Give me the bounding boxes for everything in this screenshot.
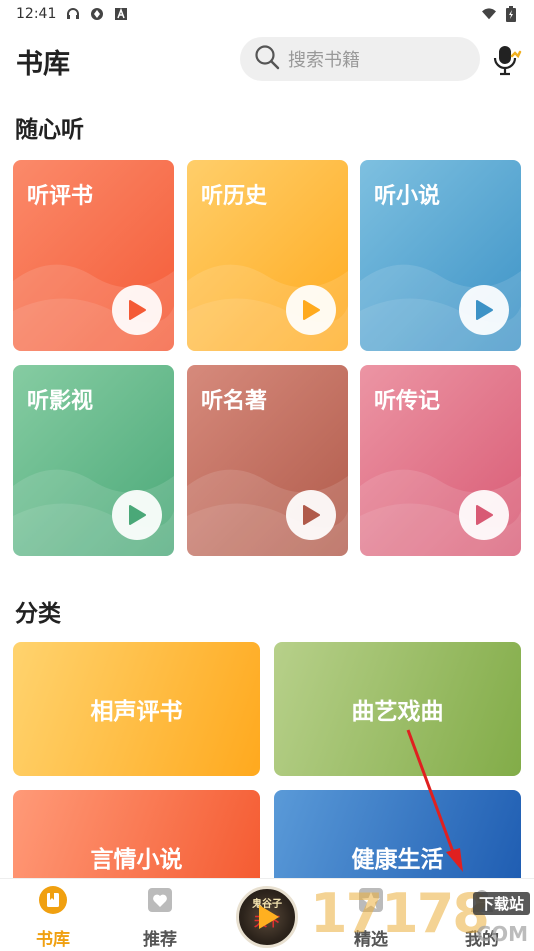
listen-card[interactable]: 听小说 (360, 160, 521, 351)
category-card-label: 健康生活 (351, 847, 444, 873)
section-title-listen: 随心听 (15, 117, 84, 143)
category-card-label: 相声评书 (90, 699, 183, 725)
category-card[interactable]: 相声评书 (13, 642, 260, 776)
listen-card[interactable]: 听评书 (13, 160, 174, 351)
play-icon[interactable] (459, 285, 509, 335)
watermark-tag: 下载站 (472, 892, 530, 915)
microphone-icon[interactable] (491, 44, 523, 76)
tab-label-bookshelf: 书库 (36, 930, 70, 950)
wifi-icon (482, 7, 496, 21)
listen-card[interactable]: 听影视 (13, 365, 174, 556)
bookshelf-icon (38, 885, 68, 919)
page-title: 书库 (16, 49, 70, 80)
play-icon[interactable] (286, 285, 336, 335)
listen-card[interactable]: 听传记 (360, 365, 521, 556)
category-card-label: 言情小说 (90, 847, 183, 873)
play-icon[interactable] (112, 490, 162, 540)
now-playing-disc[interactable]: 鬼谷子 天下 (236, 886, 298, 948)
tab-label-recommend: 推荐 (143, 930, 177, 950)
play-icon[interactable] (112, 285, 162, 335)
search-icon (254, 44, 280, 74)
category-card-label: 曲艺戏曲 (351, 699, 444, 725)
a-icon (114, 7, 128, 21)
play-icon[interactable] (459, 490, 509, 540)
listen-card-label: 听名著 (201, 389, 268, 414)
watermark-digits: 17178 (310, 882, 490, 945)
heart-icon (145, 885, 175, 919)
listen-card-label: 听评书 (27, 184, 94, 209)
headset-icon (66, 7, 80, 21)
section-title-category: 分类 (15, 601, 61, 627)
status-bar: 12:41 (0, 0, 534, 28)
watermark-suffix: .COM (468, 922, 528, 946)
listen-card-label: 听小说 (374, 184, 441, 209)
search-placeholder: 搜索书籍 (288, 50, 360, 71)
listen-card[interactable]: 听历史 (187, 160, 348, 351)
header: 书库 搜索书籍 (0, 34, 534, 86)
status-time: 12:41 (16, 6, 57, 22)
tab-recommend[interactable]: 推荐 (115, 885, 205, 950)
listen-card[interactable]: 听名著 (187, 365, 348, 556)
watermark: 17178 下载站 .COM (310, 880, 534, 950)
shield-icon (90, 7, 104, 21)
listen-card-label: 听影视 (27, 389, 94, 414)
play-icon (259, 905, 279, 929)
category-card[interactable]: 曲艺戏曲 (274, 642, 521, 776)
play-icon[interactable] (286, 490, 336, 540)
listen-card-label: 听历史 (201, 184, 268, 209)
battery-icon (504, 6, 518, 22)
tab-bookshelf[interactable]: 书库 (8, 885, 98, 950)
listen-card-label: 听传记 (374, 389, 441, 414)
search-input[interactable]: 搜索书籍 (240, 37, 480, 81)
